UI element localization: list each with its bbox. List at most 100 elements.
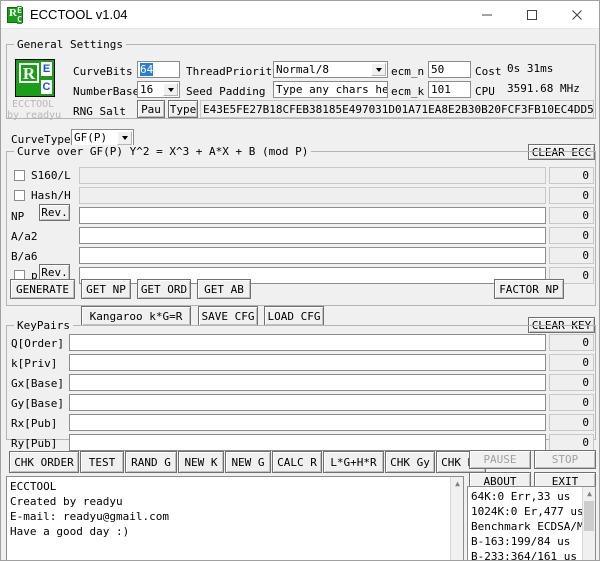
label-k-priv: k[Priv] [11, 357, 57, 370]
seedpadding-input[interactable]: Type any chars here [273, 81, 388, 98]
chk-gy-button[interactable]: CHK Gy [385, 451, 435, 473]
chevron-down-icon-2[interactable] [163, 83, 178, 96]
stop-button[interactable]: STOP [534, 450, 596, 469]
count-rx-pub: 0 [549, 414, 594, 431]
maximize-button[interactable] [509, 1, 554, 29]
lgh-r-button[interactable]: L*G+H*R [323, 451, 384, 473]
log-output[interactable]: ECCTOOL Created by readyu E-mail: readyu… [6, 476, 464, 561]
rngsalt-value[interactable]: E43E5FE27B18CFEB38185E497031D01A71EA8E2B… [200, 100, 594, 118]
save-cfg-button[interactable]: SAVE CFG [198, 306, 258, 326]
input-gy-base[interactable] [69, 394, 546, 411]
title-bar: R E C ECCTOOL v1.04 [1, 1, 599, 29]
input-k-priv[interactable] [69, 354, 546, 371]
label-s160l: S160/L [31, 169, 71, 182]
pause-button[interactable]: PAUSE [469, 450, 531, 469]
rng-type-button[interactable]: Type [168, 100, 198, 118]
label-q-order: Q[Order] [11, 337, 64, 350]
app-icon: R E C [7, 7, 23, 23]
benchmark-text: 64K:0 Err,33 us 1024K:0 Er,477 us Benchm… [471, 489, 581, 561]
count-np: 0 [549, 207, 594, 224]
label-a-a2: A/a2 [11, 230, 38, 243]
benchmark-scroll-thumb[interactable] [584, 501, 594, 531]
logo-letter-r: R [19, 63, 39, 83]
input-rx-pub[interactable] [69, 414, 546, 431]
cpu-value: 3591.68 MHz [505, 81, 595, 98]
ecctool-window: R E C ECCTOOL v1.04 General Settings R E [0, 0, 600, 561]
count-k-priv: 0 [549, 354, 594, 371]
get-ab-button[interactable]: GET AB [197, 279, 251, 299]
threadpriority-select[interactable]: Normal/8 [273, 61, 388, 78]
close-button[interactable] [554, 1, 599, 29]
threadpriority-label: ThreadPriority [186, 65, 279, 78]
numberbase-value: 16 [140, 83, 153, 96]
count-s160l: 0 [549, 167, 594, 184]
checkbox-s160l[interactable] [14, 170, 25, 181]
new-g-button[interactable]: NEW G [225, 451, 271, 473]
curvebits-value: 64 [140, 63, 153, 76]
rng-pause-button[interactable]: Pau [137, 100, 165, 118]
input-hashh[interactable] [79, 187, 546, 204]
chevron-down-icon[interactable] [371, 63, 386, 76]
cpu-label: CPU [475, 85, 495, 98]
chevron-down-icon-3[interactable] [117, 131, 132, 145]
label-hashh: Hash/H [31, 189, 71, 202]
get-np-button[interactable]: GET NP [81, 279, 131, 299]
log-text: ECCTOOL Created by readyu E-mail: readyu… [10, 479, 449, 539]
kangaroo-button[interactable]: Kangaroo k*G=R [81, 306, 191, 326]
input-q-order[interactable] [69, 334, 546, 351]
rand-g-button[interactable]: RAND G [125, 451, 177, 473]
calc-r-button[interactable]: CALC R [272, 451, 322, 473]
scroll-up-icon[interactable]: ▲ [451, 477, 464, 490]
label-ry-pub: Ry[Pub] [11, 437, 57, 450]
log-scrollbar[interactable]: ▲ ▼ [450, 477, 463, 561]
benchmark-output[interactable]: 64K:0 Err,33 us 1024K:0 Er,477 us Benchm… [467, 486, 596, 561]
factor-np-button[interactable]: FACTOR NP [494, 279, 564, 299]
window-controls [464, 1, 599, 29]
test-button[interactable]: TEST [80, 451, 124, 473]
ecm-n-input[interactable]: 50 [428, 61, 471, 78]
input-np[interactable] [79, 207, 546, 224]
logo-caption-author: by readyu [7, 110, 61, 121]
ecctool-logo: R E C [15, 59, 55, 97]
count-q-order: 0 [549, 334, 594, 351]
cost-value: 0s 31ms [505, 61, 591, 78]
input-s160l[interactable] [79, 167, 546, 184]
curvebits-input[interactable]: 64 [137, 61, 180, 78]
ecm-k-input[interactable]: 101 [428, 81, 471, 98]
input-ry-pub[interactable] [69, 434, 546, 451]
count-ry-pub: 0 [549, 434, 594, 451]
app-icon-letter-e: E [17, 6, 22, 15]
chk-order-button[interactable]: CHK ORDER [9, 451, 79, 473]
minimize-button[interactable] [464, 1, 509, 29]
get-ord-button[interactable]: GET ORD [137, 279, 191, 299]
ecm-n-label: ecm_n [391, 65, 424, 78]
seedpadding-label: Seed Padding [186, 85, 265, 98]
logo-letter-c: C [41, 80, 52, 94]
input-a-a2[interactable] [79, 227, 546, 244]
load-cfg-button[interactable]: LOAD CFG [264, 306, 324, 326]
checkbox-hashh[interactable] [14, 190, 25, 201]
logo-letter-e: E [41, 62, 52, 76]
new-k-button[interactable]: NEW K [178, 451, 224, 473]
app-icon-letter-c: C [17, 15, 22, 24]
threadpriority-value: Normal/8 [276, 63, 329, 76]
logo-caption-name: ECCTOOL [12, 99, 54, 110]
label-rx-pub: Rx[Pub] [11, 417, 57, 430]
numberbase-select[interactable]: 16 [137, 81, 180, 98]
curvebits-label: CurveBits [73, 65, 133, 78]
generate-button[interactable]: GENERATE [10, 279, 75, 299]
cost-label: Cost [475, 65, 502, 78]
count-hashh: 0 [549, 187, 594, 204]
count-b-a6: 0 [549, 247, 594, 264]
benchmark-scrollbar[interactable]: ▲ ▼ [582, 487, 595, 561]
rev-button-np[interactable]: Rev. [39, 204, 70, 221]
benchmark-scroll-up-icon[interactable]: ▲ [583, 487, 596, 500]
label-gy-base: Gy[Base] [11, 397, 64, 410]
label-np: NP [11, 210, 24, 223]
client-area: General Settings R E C ECCTOOL by readyu… [1, 29, 599, 561]
label-b-a6: B/a6 [11, 250, 38, 263]
curve-group-title: Curve over GF(P) Y^2 = X^3 + A*X + B (mo… [14, 145, 311, 158]
label-gx-base: Gx[Base] [11, 377, 64, 390]
input-gx-base[interactable] [69, 374, 546, 391]
input-b-a6[interactable] [79, 247, 546, 264]
